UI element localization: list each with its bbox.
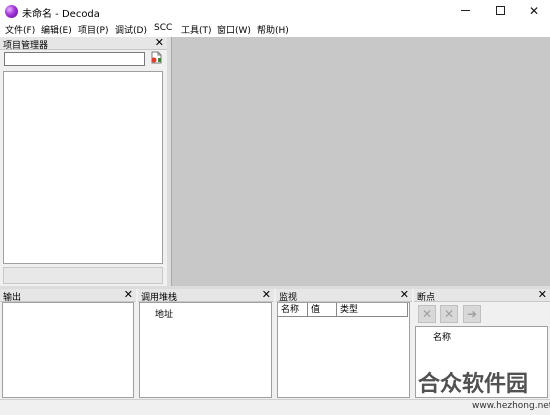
watch-column-header: 名称 值 类型 [278, 303, 408, 317]
project-status-bar [3, 267, 163, 284]
menu-scc[interactable]: SCC [154, 23, 172, 33]
callstack-close-icon[interactable]: ✕ [262, 288, 271, 301]
add-file-icon[interactable] [150, 51, 163, 64]
decoda-app-icon[interactable] [5, 5, 18, 18]
project-manager-header: 项目管理器 ✕ [0, 36, 167, 51]
menu-project[interactable]: 项目(P) [78, 23, 108, 36]
status-bar [0, 399, 550, 415]
watch-column-name[interactable]: 名称 [278, 303, 308, 317]
breakpoints-header: 断点 ✕ [414, 288, 550, 303]
title-bar: 未命名 - Decoda ✕ [0, 0, 550, 22]
output-header: 输出 ✕ [0, 288, 136, 303]
menu-bar: 文件(F) 编辑(E) 项目(P) 调试(D) SCC 工具(T) 窗口(W) … [0, 21, 550, 37]
watermark-url: www.hezhong.net [472, 401, 550, 411]
maximize-icon [495, 6, 505, 15]
output-close-icon[interactable]: ✕ [124, 288, 133, 301]
menu-window[interactable]: 窗口(W) [217, 23, 251, 36]
close-window-button[interactable]: ✕ [517, 0, 550, 22]
menu-help[interactable]: 帮助(H) [257, 23, 289, 36]
delete-icon[interactable]: ✕ [418, 305, 436, 323]
callstack-panel[interactable]: 地址 [139, 302, 272, 398]
maximize-button[interactable] [483, 0, 517, 22]
callstack-header: 调用堆栈 ✕ [138, 288, 274, 303]
watch-column-value[interactable]: 值 [308, 303, 337, 317]
goto-icon[interactable]: ➜ [463, 305, 481, 323]
menu-file[interactable]: 文件(F) [5, 23, 35, 36]
callstack-column-address[interactable]: 地址 [155, 307, 173, 320]
watch-close-icon[interactable]: ✕ [400, 288, 409, 301]
editor-area[interactable] [171, 37, 550, 286]
watch-column-type[interactable]: 类型 [337, 303, 408, 317]
watch-header: 监视 ✕ [276, 288, 412, 303]
delete-all-icon[interactable]: ✕ [440, 305, 458, 323]
close-icon: ✕ [528, 4, 540, 18]
breakpoints-title: 断点 [417, 293, 436, 303]
watermark-logo: 合众软件园 [418, 372, 529, 397]
minimize-icon [460, 10, 470, 11]
breakpoints-close-icon[interactable]: ✕ [538, 288, 547, 301]
breakpoints-column-name[interactable]: 名称 [433, 330, 451, 343]
minimize-button[interactable] [448, 0, 482, 22]
menu-debug[interactable]: 调试(D) [115, 23, 147, 36]
project-manager-close-icon[interactable]: ✕ [155, 36, 164, 49]
project-tree[interactable] [3, 71, 163, 264]
menu-tools[interactable]: 工具(T) [181, 23, 212, 36]
output-panel[interactable] [2, 302, 134, 398]
menu-edit[interactable]: 编辑(E) [41, 23, 72, 36]
project-search-input[interactable] [4, 52, 145, 66]
window-title: 未命名 - Decoda [22, 9, 100, 20]
project-manager-title: 项目管理器 [3, 41, 49, 51]
